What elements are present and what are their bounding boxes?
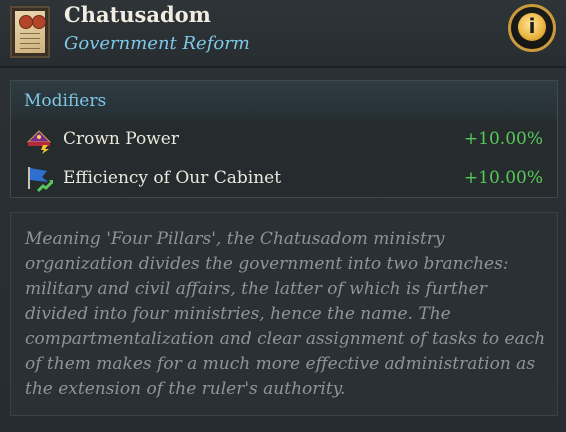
modifiers-box: Modifiers Crown Power +10.00% Efficiency… [10, 80, 558, 198]
description-box: Meaning 'Four Pillars', the Chatusadom m… [10, 212, 558, 416]
info-glyph: i [528, 14, 536, 38]
reform-description: Meaning 'Four Pillars', the Chatusadom m… [25, 229, 546, 399]
modifier-label: Crown Power [63, 129, 179, 149]
modifier-row-crown-power[interactable]: Crown Power +10.00% [11, 121, 557, 159]
modifier-value: +10.00% [463, 168, 543, 188]
modifier-value: +10.00% [463, 129, 543, 149]
tooltip-header: Chatusadom Government Reform i [0, 0, 566, 66]
modifier-row-cabinet-efficiency[interactable]: Efficiency of Our Cabinet +10.00% [11, 160, 557, 198]
header-divider [0, 66, 566, 68]
reform-title: Chatusadom [64, 2, 211, 27]
modifiers-header: Modifiers [11, 81, 557, 119]
info-button[interactable]: i [508, 4, 556, 52]
reform-document-icon [10, 6, 50, 58]
modifier-label: Efficiency of Our Cabinet [63, 168, 282, 188]
info-icon: i [518, 13, 546, 41]
crown-power-icon [26, 130, 52, 154]
reform-subtitle: Government Reform [64, 33, 250, 54]
tooltip-panel: Chatusadom Government Reform i Modifiers… [0, 0, 566, 432]
cabinet-efficiency-icon [28, 167, 54, 193]
modifiers-heading: Modifiers [24, 91, 107, 111]
